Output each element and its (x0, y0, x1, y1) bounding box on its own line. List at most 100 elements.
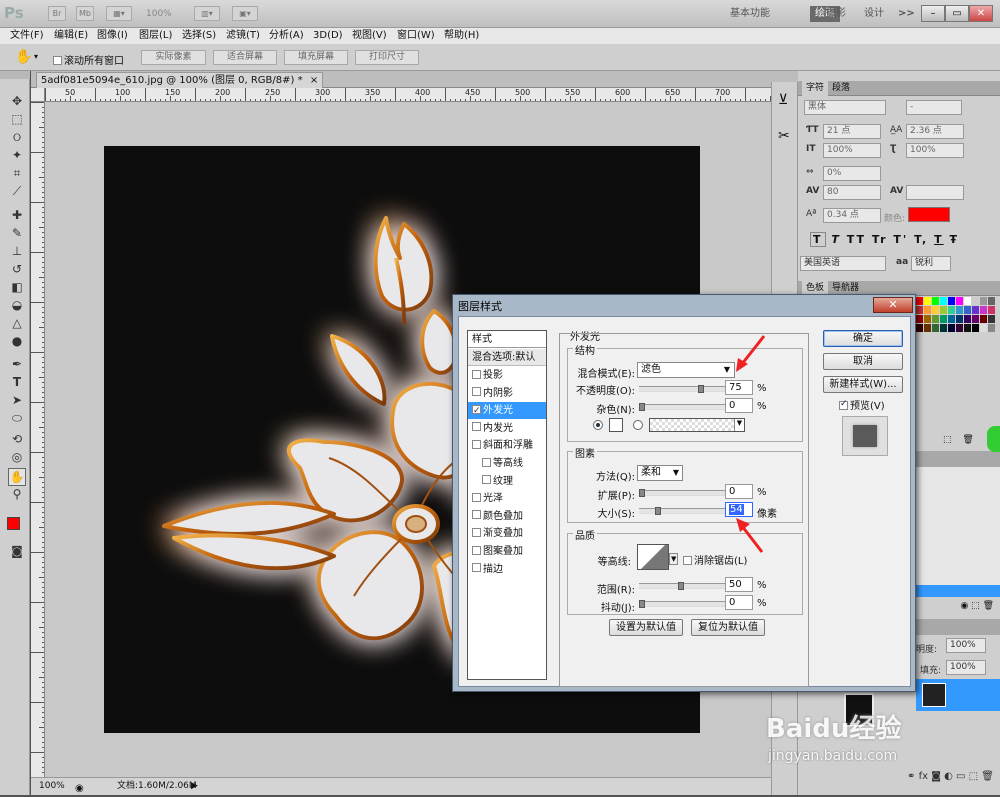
style-item-checkbox[interactable] (472, 369, 481, 379)
clone-source-icon[interactable]: ✂ (778, 128, 790, 144)
style-item[interactable]: 颜色叠加 (468, 508, 546, 525)
history-selected-row[interactable] (916, 585, 1000, 597)
swatch[interactable] (948, 297, 956, 305)
font-style-select[interactable]: - (906, 100, 962, 115)
menu-select[interactable]: 选择(S) (182, 28, 216, 44)
cancel-button[interactable]: 取消 (823, 353, 903, 370)
swatch[interactable] (988, 315, 996, 323)
menu-help[interactable]: 帮助(H) (444, 28, 479, 44)
range-input[interactable]: 50 (725, 577, 753, 592)
history-brush-icon[interactable]: ↺ (9, 261, 25, 277)
document-tab[interactable]: 5adf081e5094e_610.jpg @ 100% (图层 0, RGB/… (36, 72, 324, 88)
style-item[interactable]: 投影 (468, 367, 546, 384)
horizontal-scale-field[interactable]: 100% (906, 143, 964, 158)
actual-pixels-button[interactable]: 实际像素 (141, 50, 206, 65)
size-slider[interactable] (639, 507, 725, 515)
marquee-tool-icon[interactable]: ⬚ (9, 111, 25, 127)
size-slider-thumb[interactable] (655, 507, 662, 515)
minibridge-button[interactable]: Mb (76, 6, 94, 21)
magic-wand-icon[interactable]: ✦ (9, 147, 25, 163)
preview-option[interactable]: 预览(V) (839, 397, 885, 412)
glow-gradient-picker[interactable]: ▼ (649, 418, 745, 432)
blur-tool-icon[interactable]: △ (9, 315, 25, 331)
eyedropper-icon[interactable]: ⟋ (9, 183, 25, 199)
vertical-scale-field[interactable]: 100% (823, 143, 881, 158)
layer-fill-field[interactable]: 100% (946, 660, 986, 675)
swatch[interactable] (932, 306, 940, 314)
superscript-button[interactable]: T' (893, 233, 908, 246)
style-item[interactable]: 内发光 (468, 420, 546, 437)
style-item[interactable]: 描边 (468, 561, 546, 578)
clone-stamp-icon[interactable]: ⊥ (9, 243, 25, 259)
leading-field[interactable]: 2.36 点 (906, 124, 964, 139)
hand-tool-icon[interactable]: ✋ (8, 468, 26, 486)
vertical-ruler[interactable] (31, 102, 45, 777)
strikethrough-button[interactable]: Ŧ (949, 233, 959, 246)
swatch[interactable] (956, 315, 964, 323)
fit-screen-button[interactable]: 适合屏幕 (213, 50, 277, 65)
side-widget[interactable] (987, 426, 1000, 452)
opacity-input[interactable]: 75 (725, 380, 753, 395)
menu-edit[interactable]: 编辑(E) (54, 28, 88, 44)
eraser-icon[interactable]: ◧ (9, 279, 25, 295)
new-swatch-icon[interactable]: ⬚ (943, 435, 952, 445)
opacity-slider[interactable] (639, 385, 725, 393)
workspace-photography[interactable]: 摄影 (826, 6, 846, 22)
all-caps-button[interactable]: TT (847, 233, 866, 246)
noise-slider[interactable] (639, 403, 725, 411)
paint-bucket-icon[interactable]: ◒ (9, 297, 25, 313)
chevron-down-icon[interactable]: ▼ (669, 553, 679, 565)
style-list-header[interactable]: 样式 (468, 331, 546, 348)
reset-default-button[interactable]: 复位为默认值 (691, 619, 765, 636)
swatch[interactable] (916, 306, 924, 314)
tracking-percent-field[interactable]: 0% (823, 166, 881, 181)
swatch[interactable] (972, 324, 980, 332)
range-slider-thumb[interactable] (678, 582, 684, 590)
tools-grip[interactable] (0, 71, 30, 79)
menu-layer[interactable]: 图层(L) (139, 28, 172, 44)
status-icon[interactable]: ◉ (75, 780, 84, 797)
pen-tool-icon[interactable]: ✒ (9, 356, 25, 372)
style-item[interactable]: 图案叠加 (468, 543, 546, 560)
ruler-corner[interactable] (31, 88, 45, 102)
swatch[interactable] (940, 306, 948, 314)
fill-screen-button[interactable]: 填充屏幕 (284, 50, 348, 65)
swatch[interactable] (940, 297, 948, 305)
more-workspaces-icon[interactable]: >> (898, 6, 915, 22)
style-item-checkbox[interactable] (472, 422, 481, 432)
snapshot-icon[interactable]: ◉ (960, 601, 968, 611)
close-button[interactable]: ✕ (969, 5, 993, 22)
swatch[interactable] (948, 315, 956, 323)
small-caps-button[interactable]: Tr (872, 233, 888, 246)
style-item[interactable]: 纹理 (468, 473, 546, 490)
font-family-select[interactable]: 黑体 (804, 100, 886, 115)
hand-tool-icon[interactable]: ✋ (15, 49, 32, 65)
range-slider[interactable] (639, 582, 725, 590)
menu-3d[interactable]: 3D(D) (313, 28, 343, 44)
menu-analysis[interactable]: 分析(A) (269, 28, 304, 44)
dodge-tool-icon[interactable]: ● (9, 333, 25, 349)
language-select[interactable]: 美国英语 (800, 256, 886, 271)
status-zoom[interactable]: 100% (39, 778, 65, 795)
spread-input[interactable]: 0 (725, 484, 753, 499)
subscript-button[interactable]: T, (914, 233, 928, 246)
style-item[interactable]: 渐变叠加 (468, 525, 546, 542)
move-tool-icon[interactable]: ✥ (9, 93, 25, 109)
workspace-essentials[interactable]: 基本功能 (730, 6, 770, 22)
ok-button[interactable]: 确定 (823, 330, 903, 347)
delete-layer-icon[interactable]: 🗑 (981, 771, 994, 782)
swatch[interactable] (956, 306, 964, 314)
zoom-level[interactable]: 100% (146, 9, 172, 19)
style-item[interactable]: 光泽 (468, 490, 546, 507)
blending-options-item[interactable]: 混合选项:默认 (468, 349, 546, 366)
new-style-button[interactable]: 新建样式(W)... (823, 376, 903, 393)
horizontal-ruler[interactable]: 50 100 150 200 250 300 350 400 450 500 5… (45, 88, 798, 102)
swatch[interactable] (980, 315, 988, 323)
swatch[interactable] (964, 315, 972, 323)
color-radio[interactable] (593, 420, 603, 430)
style-item-checkbox[interactable] (472, 510, 481, 520)
kerning-field[interactable]: 80 (823, 185, 881, 200)
style-item-checkbox[interactable] (472, 492, 481, 502)
faux-italic-button[interactable]: T (831, 233, 841, 246)
brush-presets-icon[interactable]: ⊻ (778, 92, 788, 108)
